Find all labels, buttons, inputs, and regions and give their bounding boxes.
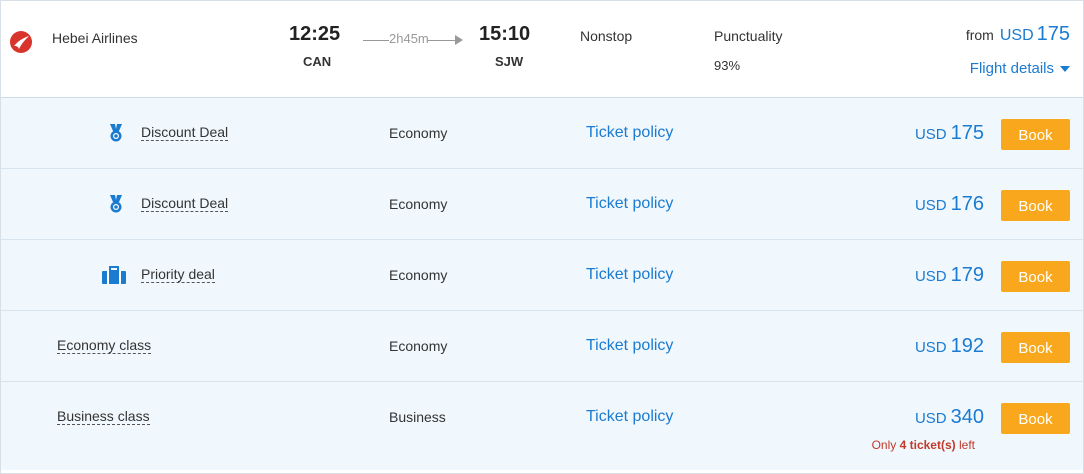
tickets-left-count: 4 ticket(s) (899, 438, 956, 452)
fare-row: Economy class Economy Ticket policy USD 1… (1, 311, 1083, 382)
stops-info: Nonstop (580, 28, 633, 44)
ticket-policy-link[interactable]: Ticket policy (586, 408, 673, 426)
arrow-right-icon (455, 35, 463, 45)
price-amount: 175 (1036, 23, 1070, 45)
fare-price: USD 179 (915, 264, 984, 287)
book-button[interactable]: Book (1001, 190, 1070, 221)
cabin-class: Economy (389, 267, 448, 283)
punctuality-value: 93% (714, 58, 741, 73)
book-button[interactable]: Book (1001, 119, 1070, 150)
cabin-class: Economy (389, 125, 448, 141)
fare-type-label[interactable]: Discount Deal (141, 195, 229, 212)
fare-row: Priority deal Economy Ticket policy USD 1… (1, 240, 1083, 311)
book-button[interactable]: Book (1001, 332, 1070, 363)
from-label: from (965, 27, 994, 43)
price-currency: USD (914, 410, 947, 427)
fare-list: Discount Deal Economy Ticket policy USD 1… (1, 98, 1083, 470)
airline-logo-icon (10, 31, 32, 53)
notice-suffix: left (958, 438, 975, 452)
ticket-policy-link[interactable]: Ticket policy (586, 266, 673, 284)
fare-row: Discount Deal Economy Ticket policy USD 1… (1, 169, 1083, 240)
price-amount: 176 (950, 193, 984, 215)
price-amount: 340 (950, 406, 984, 428)
fare-price: USD 176 (915, 193, 984, 216)
caret-down-icon[interactable] (1060, 66, 1070, 73)
price-currency: USD (914, 197, 947, 214)
price-currency: USD (914, 126, 947, 143)
price-amount: 192 (950, 335, 984, 357)
punctuality-label: Punctuality (714, 28, 783, 44)
price-currency: USD (999, 27, 1034, 44)
book-button[interactable]: Book (1001, 403, 1070, 434)
airline-name: Hebei Airlines (52, 30, 138, 46)
ticket-policy-link[interactable]: Ticket policy (586, 337, 673, 355)
fare-row: Discount Deal Economy Ticket policy USD 1… (1, 98, 1083, 169)
medal-icon (110, 195, 122, 213)
fare-price: USD 192 (915, 335, 984, 358)
flight-summary: Hebei Airlines 12:25 CAN 2h45m 15:10 SJW… (1, 1, 1083, 98)
price-currency: USD (914, 339, 947, 356)
flight-details-toggle[interactable]: Flight details (970, 60, 1070, 77)
ticket-policy-link[interactable]: Ticket policy (586, 195, 673, 213)
fare-price: USD 175 (915, 122, 984, 145)
arrival-time: 15:10 (479, 23, 531, 45)
flight-card: Hebei Airlines 12:25 CAN 2h45m 15:10 SJW… (0, 0, 1084, 474)
price-amount: 175 (950, 122, 984, 144)
fare-row: Business class Business Ticket policy US… (1, 382, 1083, 470)
lowest-price: from USD 175 (966, 23, 1070, 46)
fare-type-label[interactable]: Priority deal (141, 266, 215, 283)
medal-icon (110, 124, 122, 142)
tickets-left-notice: Only 4 ticket(s) left (872, 438, 975, 452)
cabin-class: Economy (389, 196, 448, 212)
fare-type-label[interactable]: Discount Deal (141, 124, 229, 141)
briefcase-icon (102, 266, 126, 284)
price-currency: USD (914, 268, 947, 285)
departure-time: 12:25 (289, 23, 341, 45)
flight-details-label[interactable]: Flight details (970, 60, 1054, 77)
fare-price: USD 340 (915, 406, 984, 429)
cabin-class: Business (389, 409, 446, 425)
departure-airport: CAN (303, 54, 332, 69)
book-button[interactable]: Book (1001, 261, 1070, 292)
fare-type-label[interactable]: Economy class (57, 337, 152, 354)
duration-indicator: 2h45m (363, 31, 463, 47)
flight-duration: 2h45m (389, 31, 429, 46)
cabin-class: Economy (389, 338, 448, 354)
notice-prefix: Only (871, 438, 897, 452)
ticket-policy-link[interactable]: Ticket policy (586, 124, 673, 142)
fare-type-label[interactable]: Business class (57, 408, 150, 425)
arrival-airport: SJW (495, 54, 524, 69)
price-amount: 179 (950, 264, 984, 286)
